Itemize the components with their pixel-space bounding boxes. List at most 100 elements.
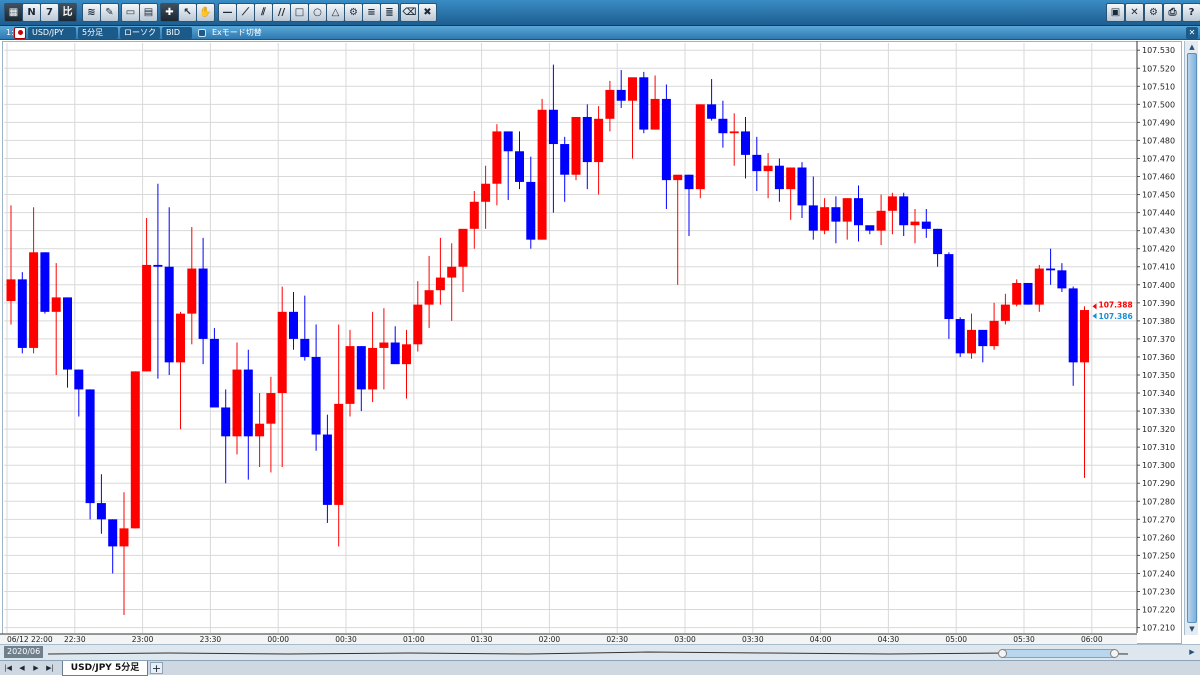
candle-body [447,266,457,278]
crosshair-icon[interactable]: ✚ [160,3,179,22]
horizontal-scrollbar[interactable]: 2020/06 ▶ [0,644,1200,660]
prev-page-icon[interactable]: ◀ [16,663,28,674]
candle-body [933,228,943,255]
flag-icon [14,27,26,39]
next-page-icon[interactable]: ▶ [30,663,42,674]
candle-body [63,297,72,370]
candle-body [424,290,434,305]
y-tick-label: 107.280 [1142,497,1175,506]
visible-range[interactable] [1003,649,1115,658]
candle-body [628,77,637,101]
parallel-icon[interactable]: // [272,3,291,22]
x-tick-label: 05:30 [1013,635,1035,644]
y-tick-label: 107.310 [1142,443,1175,452]
candle-body [1023,282,1033,305]
y-tick-label: 107.500 [1142,100,1175,109]
close-chart-icon[interactable]: ✕ [1186,27,1198,39]
last-page-icon[interactable]: ▶| [44,663,56,674]
candle-body [176,313,185,363]
cursor-icon[interactable]: ↖ [178,3,197,22]
y-tick-label: 107.330 [1142,407,1175,416]
candle-body [526,181,536,240]
price-type-select[interactable]: BID [162,27,192,39]
y-tick-label: 107.460 [1142,173,1175,182]
trendline-icon[interactable]: ⟋ [236,3,255,22]
vertical-scrollbar[interactable]: ▲ ▼ [1184,41,1198,635]
chart-type-select[interactable]: ローソク [120,27,160,39]
symbol-select[interactable]: USD/JPY [28,27,76,39]
line-style-icon[interactable]: ≋ [82,3,101,22]
y-tick-label: 107.360 [1142,353,1175,362]
channel-icon[interactable]: ⫽ [254,3,273,22]
hand-icon[interactable]: ✋ [196,3,215,22]
y-tick-label: 107.530 [1142,46,1175,55]
tab-usdjpy-5min[interactable]: USD/JPY 5分足 [62,661,148,676]
scroll-date-label: 2020/06 [4,646,44,658]
gann-icon[interactable]: ≣ [380,3,399,22]
range-start-handle[interactable] [998,649,1007,658]
delete-all-icon[interactable]: ✖ [418,3,437,22]
candle-body [390,342,400,365]
y-tick-label: 107.510 [1142,82,1175,91]
candle-body [492,131,502,184]
hline-icon[interactable]: — [218,3,237,22]
candle-body [989,320,999,347]
candle-body [255,423,265,437]
scroll-down-icon[interactable]: ▼ [1186,624,1198,634]
candle-body [277,311,287,394]
first-page-icon[interactable]: |◀ [2,663,14,674]
logo-icon[interactable]: ▦ [4,3,23,22]
candle-body [209,338,219,408]
circle-icon[interactable]: ○ [308,3,327,22]
window-layout-icon[interactable]: ▣ [1106,3,1125,22]
y-tick-label: 107.300 [1142,461,1175,470]
candlestick-chart[interactable]: 107.530 107.520 107.510 107.500 107.490 107.4… [0,41,1182,644]
y-tick-label: 107.220 [1142,606,1175,615]
y-tick-label: 107.270 [1142,515,1175,524]
help-icon[interactable]: ? [1182,3,1200,22]
rectangle-icon[interactable]: □ [290,3,309,22]
pen-icon[interactable]: ✎ [100,3,119,22]
ex-mode-checkbox[interactable] [198,29,206,37]
y-tick-label: 107.450 [1142,191,1175,200]
candle-body [582,116,592,163]
candle-body [831,207,841,222]
y-tick-label: 107.320 [1142,425,1175,434]
eraser-icon[interactable]: ⌫ [400,3,419,22]
x-tick-label: 06/12 22:00 [7,635,53,644]
triangle-icon[interactable]: △ [326,3,345,22]
add-tab-icon[interactable]: + [150,662,163,675]
y-tick-label: 107.520 [1142,64,1175,73]
candle-body [119,528,129,547]
news-icon[interactable]: N [22,3,41,22]
scroll-up-icon[interactable]: ▲ [1186,42,1198,52]
candle-body [402,344,411,365]
candle-body [1034,268,1044,305]
scroll-right-icon[interactable]: ▶ [1186,647,1198,658]
candle-body [955,319,965,354]
x-tick-label: 22:30 [64,635,86,644]
range-end-handle[interactable] [1110,649,1119,658]
candle-body [153,264,163,267]
fibonacci-icon[interactable]: ⚙ [344,3,363,22]
print-icon[interactable]: ⎙ [1163,3,1182,22]
timeframe-select[interactable]: 5分足 [78,27,118,39]
candle-body [29,252,39,348]
y-tick-label: 107.430 [1142,227,1175,236]
tile-icon[interactable]: ✕ [1125,3,1144,22]
lines-icon[interactable]: ≡ [362,3,381,22]
calendar-icon[interactable]: 7 [40,3,59,22]
settings-icon[interactable]: ⚙ [1144,3,1163,22]
candle-body [842,198,852,222]
candle-body [921,221,931,229]
candle-body [413,304,423,345]
y-tick-label: 107.370 [1142,335,1175,344]
window-icon[interactable]: ▭ [121,3,140,22]
save-icon[interactable]: ▤ [139,3,158,22]
compare-icon[interactable]: 比 [58,3,77,22]
y-tick-label: 107.240 [1142,569,1175,578]
x-tick-label: 02:30 [606,635,628,644]
y-tick-label: 107.210 [1142,624,1175,633]
candle-body [142,264,152,372]
vertical-scroll-thumb[interactable] [1187,53,1197,623]
